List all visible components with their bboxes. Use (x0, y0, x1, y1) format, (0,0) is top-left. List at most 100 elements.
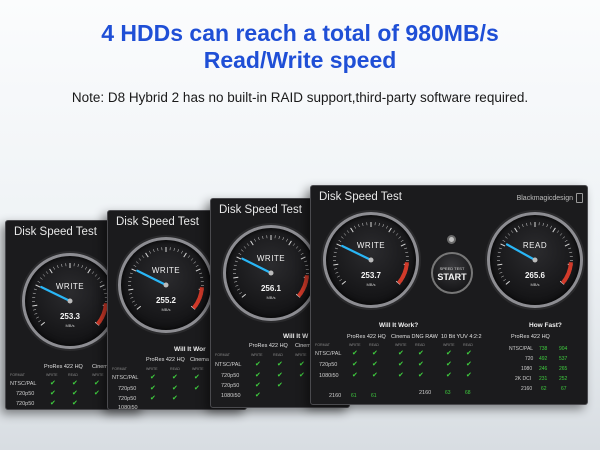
gauge-redzone (95, 303, 108, 326)
gauge-tick (497, 251, 501, 253)
check-icon: ✔ (150, 395, 156, 402)
gauge-tick (187, 255, 191, 258)
row-label: 720p50 (118, 386, 137, 392)
gauge-tick (145, 252, 149, 258)
gauge-tick (333, 263, 339, 266)
gauge-tick (36, 316, 39, 319)
will-it-work-heading: Will It Work? (379, 322, 419, 329)
gauge-tick (85, 266, 87, 270)
check-icon: ✔ (255, 372, 261, 379)
check-icon: ✔ (194, 385, 200, 392)
gauge-tick (57, 265, 59, 269)
gauge-tick (333, 251, 337, 253)
check-icon: ✔ (255, 361, 261, 368)
write-gauge: WRITE 255.2 MB/s (118, 237, 214, 333)
gauge-tick (157, 247, 159, 251)
fps-value: 68 (465, 390, 471, 396)
col-write: WRITE (251, 353, 263, 357)
gauge-tick (286, 238, 288, 242)
gauge-tick (343, 233, 347, 236)
gauge-tick (295, 246, 299, 249)
gauge-tick (262, 235, 264, 239)
gauge-tick (546, 224, 548, 228)
gauge-tick (34, 313, 38, 315)
row-label: 720p50 (319, 362, 338, 368)
start-button-label: START (437, 272, 467, 282)
col-read: READ (415, 343, 425, 347)
col-write: WRITE (146, 367, 158, 371)
how-fast-read: 252 (559, 376, 568, 382)
fps-value: 63 (445, 390, 451, 396)
format-header: 10 Bit YUV 4:2:2 (441, 334, 482, 340)
gauge-tick (334, 268, 338, 270)
panel-title: Disk Speed Test (116, 216, 199, 228)
gauge-tick (136, 305, 142, 310)
row-label: NTSC/PAL (315, 351, 342, 357)
gauge-tick (562, 236, 566, 239)
check-icon: ✔ (352, 372, 358, 379)
gauge-tick (243, 246, 247, 249)
format-header: ProRes 422 HQ (146, 357, 185, 363)
how-fast-read: 67 (561, 386, 567, 392)
row-label: 720p50 (221, 383, 240, 389)
gauge-tick (388, 227, 392, 233)
gauge-tick (138, 258, 142, 261)
col-write: WRITE (349, 343, 361, 347)
gauge-tick (254, 238, 256, 242)
gauge-tick (288, 240, 292, 246)
gauge-tick (81, 265, 83, 269)
check-icon: ✔ (466, 372, 472, 379)
gauge-tick (240, 249, 244, 252)
gauge-tick (514, 227, 518, 233)
gauge-tick (38, 320, 41, 323)
how-fast-read: 265 (559, 366, 568, 372)
check-icon: ✔ (398, 350, 404, 357)
col-read: READ (273, 353, 283, 357)
settings-gear-icon[interactable] (447, 235, 456, 244)
gauge-tick (339, 279, 342, 282)
gauge-tick (45, 271, 49, 274)
panel-title: Disk Speed Test (14, 226, 97, 238)
col-write: WRITE (443, 343, 455, 347)
gauge-tick (405, 251, 409, 253)
gauge-tick (522, 224, 524, 228)
how-fast-read: 537 (559, 356, 568, 362)
gauge-tick (395, 233, 399, 236)
gauge-tick (128, 276, 132, 278)
row-label: 720p50 (16, 391, 35, 397)
gauge-tick (235, 285, 239, 287)
how-fast-heading: How Fast? (529, 322, 562, 329)
gauge-tick (569, 251, 573, 253)
gauge-tick (97, 277, 101, 280)
format-header: ProRes 422 HQ (249, 343, 288, 349)
brand-logo-text: Blackmagicdesign (516, 195, 573, 202)
screenshot-stack: Disk Speed Test WRITE 253.3 MB/s ProRes … (0, 0, 600, 450)
check-icon: ✔ (72, 400, 78, 407)
gauge-hub (163, 282, 169, 288)
write-gauge: WRITE 253.3 MB/s (22, 253, 118, 349)
gauge-tick (246, 243, 250, 246)
gauge-tick (190, 258, 194, 261)
how-fast-row-label: 1080 (521, 366, 533, 372)
gauge-tick (61, 263, 63, 267)
gauge-tick (335, 272, 339, 274)
col-write: WRITE (46, 373, 58, 377)
check-icon: ✔ (446, 361, 452, 368)
check-icon: ✔ (466, 361, 472, 368)
gauge-tick (237, 288, 240, 291)
gauge-tick (552, 227, 556, 233)
check-icon: ✔ (94, 390, 100, 397)
gauge-tick (32, 292, 36, 294)
brand-logo-icon (576, 193, 583, 203)
gauge-tick (129, 293, 133, 295)
row-label: NTSC/PAL (112, 375, 139, 381)
start-button[interactable]: SPEED TEST START (431, 252, 473, 294)
gauge-tick (177, 249, 179, 253)
how-fast-row-label: 2160 (521, 386, 533, 392)
gauge-tick (53, 266, 55, 270)
gauge-label: WRITE (151, 266, 181, 275)
row-label: 2160 (329, 393, 342, 399)
gauge-value: 265.6 (524, 271, 546, 280)
gauge-label: WRITE (256, 254, 286, 263)
gauge-tick (77, 263, 79, 267)
